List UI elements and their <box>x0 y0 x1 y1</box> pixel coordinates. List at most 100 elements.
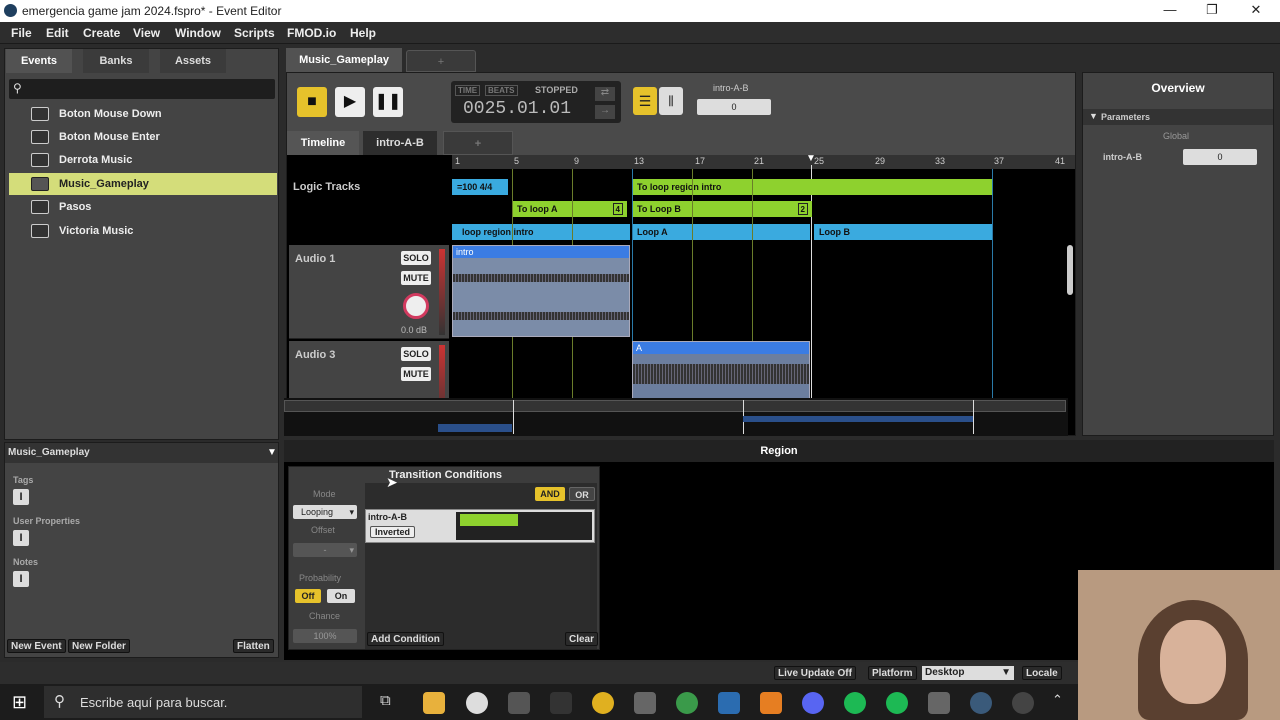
event-item-selected[interactable]: Music_Gameplay <box>9 173 277 195</box>
taskbar-search[interactable]: ⚲ Escribe aquí para buscar. <box>44 686 362 718</box>
windows-start-icon[interactable]: ⊞ <box>12 692 27 713</box>
vertical-scrollbar[interactable] <box>1067 245 1073 295</box>
tab-intro-a-b[interactable]: intro-A-B <box>363 131 437 155</box>
transition-region-intro[interactable]: To loop region intro <box>632 179 992 195</box>
audio-clip-intro[interactable]: intro <box>452 245 630 337</box>
vlc-icon[interactable] <box>760 692 782 714</box>
tab-assets[interactable]: Assets <box>160 49 226 73</box>
menu-create[interactable]: Create <box>83 26 120 40</box>
user-properties-edit-icon[interactable]: I <box>13 530 29 546</box>
mute-button[interactable]: MUTE <box>401 271 431 285</box>
ableton-live-icon[interactable] <box>550 692 572 714</box>
condition-row[interactable]: intro-A-B Inverted <box>365 509 595 543</box>
mode-select[interactable]: Looping ▾ <box>293 505 357 519</box>
notes-edit-icon[interactable]: I <box>13 571 29 587</box>
condition-range[interactable] <box>460 514 518 526</box>
play-button[interactable]: ▶ <box>335 87 365 117</box>
offset-select[interactable]: - ▾ <box>293 543 357 557</box>
collapse-icon[interactable]: ▼ <box>267 447 277 458</box>
file-explorer-icon[interactable] <box>423 692 445 714</box>
follow-icon[interactable]: → <box>595 105 615 119</box>
menu-edit[interactable]: Edit <box>46 26 69 40</box>
unity-hub-icon[interactable] <box>634 692 656 714</box>
menu-scripts[interactable]: Scripts <box>234 26 275 40</box>
menu-view[interactable]: View <box>133 26 160 40</box>
event-icon <box>31 224 49 238</box>
tab-add[interactable]: + <box>443 131 513 155</box>
spotify-icon[interactable] <box>886 692 908 714</box>
time-toggle[interactable]: TIME <box>455 85 481 96</box>
chrome-icon[interactable] <box>676 692 698 714</box>
scroll-region[interactable] <box>284 400 1066 412</box>
parameters-header[interactable]: ▼ Parameters <box>1083 109 1273 125</box>
transition-region-loop-a[interactable]: To loop A 4 <box>512 201 627 217</box>
clear-button[interactable]: Clear <box>565 632 599 646</box>
event-item[interactable]: Pasos <box>9 196 277 218</box>
grid-view-icon[interactable]: ⫼ <box>659 87 683 115</box>
new-event-button[interactable]: New Event <box>7 639 66 653</box>
live-update-button[interactable]: Live Update Off <box>774 666 856 680</box>
tab-timeline[interactable]: Timeline <box>287 131 359 155</box>
add-condition-button[interactable]: Add Condition <box>367 632 444 646</box>
unity-icon[interactable] <box>928 692 950 714</box>
locale-button[interactable]: Locale <box>1022 666 1062 680</box>
event-item[interactable]: Victoria Music <box>9 220 277 242</box>
obs-icon[interactable] <box>1012 692 1034 714</box>
event-item[interactable]: Boton Mouse Down <box>9 103 277 125</box>
loop-icon[interactable]: ⇄ <box>595 87 615 101</box>
new-folder-button[interactable]: New Folder <box>68 639 130 653</box>
solo-button[interactable]: SOLO <box>401 251 431 265</box>
tab-music-gameplay[interactable]: Music_Gameplay <box>286 48 402 72</box>
chance-field[interactable]: 100% <box>293 629 357 643</box>
transition-conditions: Transition Conditions Mode Looping ▾ Offs… <box>288 466 600 650</box>
menu-help[interactable]: Help <box>350 26 376 40</box>
tempo-marker[interactable]: =100 4/4 <box>452 179 508 195</box>
discord-icon[interactable] <box>802 692 824 714</box>
minimize-button[interactable]: — <box>1160 2 1180 20</box>
inverted-button[interactable]: Inverted <box>370 526 416 538</box>
probability-on-button[interactable]: On <box>327 589 355 603</box>
parameter-value-field[interactable]: 0 <box>697 99 771 115</box>
event-item[interactable]: Boton Mouse Enter <box>9 126 277 148</box>
platform-select[interactable]: Desktop ▼ <box>922 666 1014 680</box>
visual-studio-icon[interactable] <box>718 692 740 714</box>
and-button[interactable]: AND <box>535 487 565 501</box>
loop-region-intro[interactable]: loop region intro <box>452 224 630 240</box>
maximize-button[interactable]: ❐ <box>1202 2 1222 20</box>
mute-button[interactable]: MUTE <box>401 367 431 381</box>
menu-fmodio[interactable]: FMOD.io <box>287 26 336 40</box>
timeline-overview-strip[interactable] <box>284 398 1068 436</box>
list-view-icon[interactable]: ☰ <box>633 87 657 115</box>
tags-edit-icon[interactable]: I <box>13 489 29 505</box>
tab-banks[interactable]: Banks <box>83 49 149 73</box>
loop-region-a[interactable]: Loop A <box>632 224 810 240</box>
solo-button[interactable]: SOLO <box>401 347 431 361</box>
stop-button[interactable]: ■ <box>297 87 327 117</box>
tab-events[interactable]: Events <box>6 49 72 73</box>
volume-knob-icon[interactable] <box>403 293 429 319</box>
pause-button[interactable]: ❚❚ <box>373 87 403 117</box>
task-view-icon[interactable]: ⧉ <box>380 692 391 709</box>
app-icon[interactable] <box>592 692 614 714</box>
track-audio-1[interactable]: Audio 1 SOLO MUTE 0.0 dB <box>289 245 449 339</box>
or-button[interactable]: OR <box>569 487 595 501</box>
probability-off-button[interactable]: Off <box>295 589 321 603</box>
spotify-icon[interactable] <box>844 692 866 714</box>
overview-param-field[interactable]: 0 <box>1183 149 1257 165</box>
event-item[interactable]: Derrota Music <box>9 149 277 171</box>
tray-expand-icon[interactable]: ⌃ <box>1052 692 1063 708</box>
transition-region-loop-b[interactable]: To Loop B 2 <box>632 201 812 217</box>
search-input[interactable]: ⚲ <box>9 79 275 99</box>
close-button[interactable]: ✕ <box>1246 2 1266 20</box>
menu-file[interactable]: File <box>11 26 32 40</box>
yandex-icon[interactable] <box>466 692 488 714</box>
unity-icon[interactable] <box>508 692 530 714</box>
add-tab-button[interactable]: + <box>406 50 476 72</box>
menu-window[interactable]: Window <box>175 26 221 40</box>
playhead-icon[interactable]: ▼ <box>806 153 816 164</box>
loop-region-b[interactable]: Loop B <box>814 224 992 240</box>
timeline-ruler[interactable]: 1 5 9 13 17 21 25 29 33 37 41 <box>452 155 1075 169</box>
fmod-icon[interactable] <box>970 692 992 714</box>
flatten-button[interactable]: Flatten <box>233 639 274 653</box>
beats-toggle[interactable]: BEATS <box>485 85 518 96</box>
